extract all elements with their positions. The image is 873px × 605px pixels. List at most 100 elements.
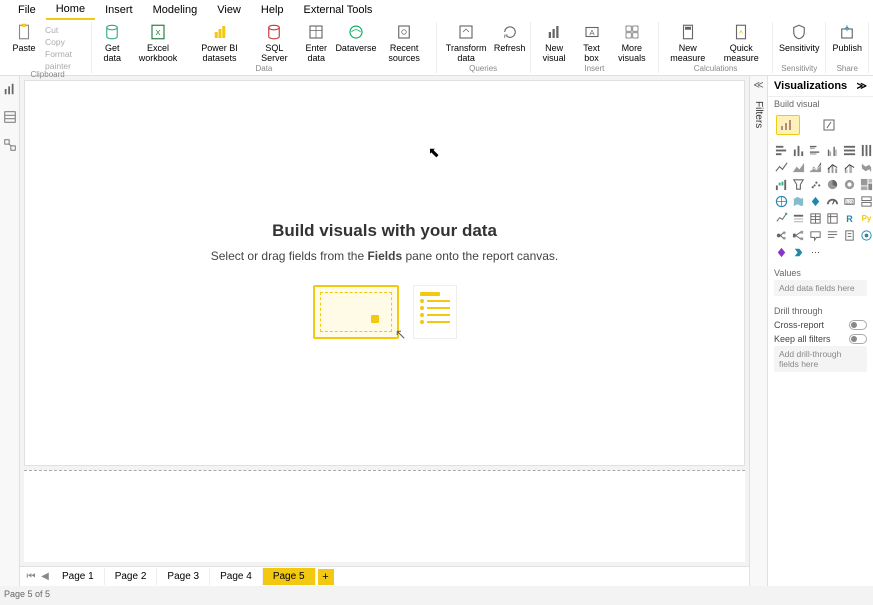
menu-modeling[interactable]: Modeling	[143, 1, 208, 19]
page-tab-3[interactable]: Page 3	[157, 568, 210, 585]
queries-group-label: Queries	[469, 64, 497, 73]
expand-viz-icon[interactable]: ≫	[857, 81, 867, 92]
power-apps-icon[interactable]	[774, 245, 789, 260]
page-tab-1[interactable]: Page 1	[52, 568, 105, 585]
build-visual-mode[interactable]	[776, 115, 800, 135]
waterfall-icon[interactable]	[774, 177, 789, 192]
report-view-icon[interactable]	[3, 82, 17, 96]
get-more-visuals-icon[interactable]: ⋯	[808, 245, 823, 260]
get-data-button[interactable]: Get data	[95, 22, 129, 64]
qa-visual-icon[interactable]	[808, 228, 823, 243]
stacked-bar-icon[interactable]	[774, 143, 789, 158]
dataverse-button[interactable]: Dataverse	[336, 22, 375, 54]
menu-insert[interactable]: Insert	[95, 1, 143, 19]
power-automate-icon[interactable]	[791, 245, 806, 260]
kpi-icon[interactable]	[774, 211, 789, 226]
menu-view[interactable]: View	[207, 1, 251, 19]
new-visual-button[interactable]: New visual	[534, 22, 575, 64]
hundred-stacked-column-icon[interactable]	[859, 143, 873, 158]
expand-filters-icon[interactable]: ≪	[753, 80, 763, 91]
map-icon[interactable]	[774, 194, 789, 209]
r-visual-icon[interactable]: R	[842, 211, 857, 226]
report-canvas[interactable]: Build visuals with your data Select or d…	[24, 80, 745, 466]
format-painter-button[interactable]: Format painter	[45, 48, 84, 72]
excel-button[interactable]: XExcel workbook	[129, 22, 186, 64]
paste-button[interactable]: Paste	[7, 22, 41, 54]
sql-icon	[265, 23, 283, 41]
hundred-stacked-bar-icon[interactable]	[842, 143, 857, 158]
matrix-icon[interactable]	[825, 211, 840, 226]
card-icon[interactable]: 123	[842, 194, 857, 209]
publish-icon	[838, 23, 856, 41]
quick-measure-button[interactable]: Quick measure	[713, 22, 768, 64]
paste-label: Paste	[12, 43, 35, 53]
slicer-icon[interactable]	[791, 211, 806, 226]
funnel-icon[interactable]	[791, 177, 806, 192]
tab-prev[interactable]: ◀	[38, 571, 52, 582]
page-tab-5[interactable]: Page 5	[263, 568, 316, 585]
cut-button[interactable]: Cut	[45, 24, 84, 36]
powerbi-datasets-button[interactable]: Power BI datasets	[187, 22, 253, 64]
database-icon	[103, 23, 121, 41]
clustered-bar-icon[interactable]	[808, 143, 823, 158]
donut-icon[interactable]	[842, 177, 857, 192]
add-page-button[interactable]: +	[318, 569, 334, 585]
publish-button[interactable]: Publish	[829, 22, 865, 54]
clustered-column-icon[interactable]	[825, 143, 840, 158]
python-visual-icon[interactable]: Py	[859, 211, 873, 226]
line-clustered-column-icon[interactable]	[842, 160, 857, 175]
transform-data-button[interactable]: Transform data	[440, 22, 493, 64]
stacked-area-icon[interactable]	[808, 160, 823, 175]
multi-row-card-icon[interactable]	[859, 194, 873, 209]
line-chart-icon[interactable]	[774, 160, 789, 175]
copy-button[interactable]: Copy	[45, 36, 84, 48]
filters-pane-collapsed[interactable]: ≪ Filters	[749, 76, 767, 586]
page-tab-4[interactable]: Page 4	[210, 568, 263, 585]
sensitivity-button[interactable]: Sensitivity	[776, 22, 823, 54]
model-view-icon[interactable]	[3, 138, 17, 152]
cross-report-toggle[interactable]	[849, 320, 867, 330]
treemap-icon[interactable]	[859, 177, 873, 192]
more-visuals-button[interactable]: More visuals	[609, 22, 656, 64]
paginated-report-icon[interactable]	[842, 228, 857, 243]
menu-external-tools[interactable]: External Tools	[294, 1, 383, 19]
cursor-icon: ↖	[395, 326, 407, 343]
menu-file[interactable]: File	[8, 1, 46, 19]
calculator-icon	[679, 23, 697, 41]
recent-sources-button[interactable]: Recent sources	[376, 22, 433, 64]
drill-dropzone[interactable]: Add drill-through fields here	[774, 346, 867, 372]
shield-icon	[790, 23, 808, 41]
table-icon[interactable]	[808, 211, 823, 226]
filled-map-icon[interactable]	[791, 194, 806, 209]
line-stacked-column-icon[interactable]	[825, 160, 840, 175]
filters-label: Filters	[753, 101, 764, 128]
stacked-column-icon[interactable]	[791, 143, 806, 158]
azure-map-icon[interactable]	[808, 194, 823, 209]
keep-filters-toggle[interactable]	[849, 334, 867, 344]
data-view-icon[interactable]	[3, 110, 17, 124]
text-box-button[interactable]: AText box	[575, 22, 609, 64]
key-influencers-icon[interactable]	[774, 228, 789, 243]
svg-text:123: 123	[846, 199, 854, 204]
viz-mode-switcher	[768, 111, 873, 139]
refresh-button[interactable]: Refresh	[493, 22, 527, 54]
menu-help[interactable]: Help	[251, 1, 294, 19]
gauge-icon[interactable]	[825, 194, 840, 209]
pie-icon[interactable]	[825, 177, 840, 192]
arcgis-icon[interactable]	[859, 228, 873, 243]
format-visual-mode[interactable]	[818, 115, 842, 135]
values-dropzone[interactable]: Add data fields here	[774, 280, 867, 296]
smart-narrative-icon[interactable]	[825, 228, 840, 243]
ribbon-chart-icon[interactable]	[859, 160, 873, 175]
sql-server-button[interactable]: SQL Server	[252, 22, 296, 64]
decomposition-tree-icon[interactable]	[791, 228, 806, 243]
new-measure-button[interactable]: New measure	[662, 22, 713, 64]
scatter-icon[interactable]	[808, 177, 823, 192]
sens-group-label: Sensitivity	[781, 64, 817, 73]
enter-data-button[interactable]: Enter data	[296, 22, 336, 64]
status-bar: Page 5 of 5	[0, 586, 873, 601]
page-tab-2[interactable]: Page 2	[105, 568, 158, 585]
tab-prev-first[interactable]: ⏮	[24, 571, 38, 582]
menu-home[interactable]: Home	[46, 0, 95, 20]
area-chart-icon[interactable]	[791, 160, 806, 175]
